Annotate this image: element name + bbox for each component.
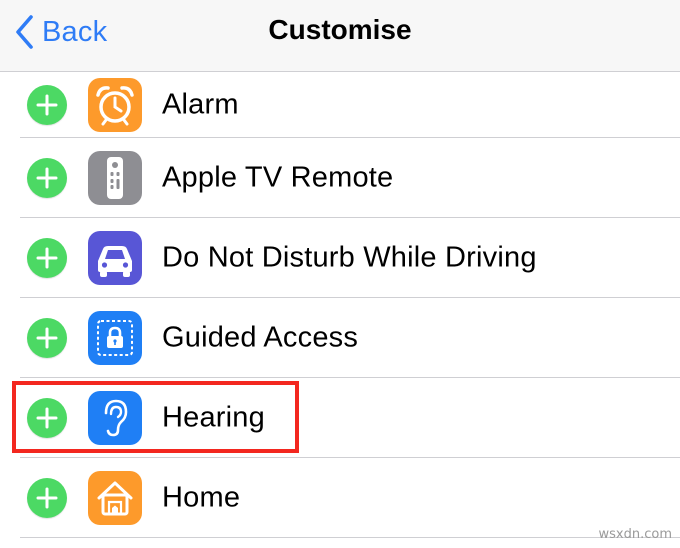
plus-icon	[36, 487, 58, 509]
page-title: Customise	[268, 14, 412, 45]
list-item-label: Hearing	[162, 401, 265, 434]
ear-icon	[88, 391, 142, 445]
add-button-do-not-disturb-while-driving[interactable]	[27, 238, 67, 278]
list-item-label: Guided Access	[162, 321, 359, 354]
list-item-hearing: Hearing	[0, 378, 680, 458]
watermark: wsxdn.com	[598, 527, 673, 542]
navigation-bar: Back Customise	[0, 0, 680, 72]
home-icon	[88, 471, 142, 525]
plus-icon	[36, 94, 58, 116]
add-button-apple-tv-remote[interactable]	[27, 158, 67, 198]
plus-icon	[36, 327, 58, 349]
tv-remote-icon	[88, 151, 142, 205]
more-controls-list: Alarm Apple TV Remote Do Not Disturb Whi…	[0, 72, 680, 538]
car-icon	[88, 231, 142, 285]
plus-icon	[36, 247, 58, 269]
list-item-label: Apple TV Remote	[162, 161, 394, 194]
list-item-label: Alarm	[162, 88, 239, 121]
list-item-home: Home	[0, 458, 680, 538]
list-item-label: Do Not Disturb While Driving	[162, 241, 537, 274]
list-item-alarm: Alarm	[0, 72, 680, 138]
plus-icon	[36, 407, 58, 429]
add-button-hearing[interactable]	[27, 398, 67, 438]
list-item-label: Home	[162, 481, 241, 514]
guided-access-lock-icon	[88, 311, 142, 365]
list-item-do-not-disturb-while-driving: Do Not Disturb While Driving	[0, 218, 680, 298]
list-item-apple-tv-remote: Apple TV Remote	[0, 138, 680, 218]
add-button-alarm[interactable]	[27, 85, 67, 125]
alarm-clock-icon	[88, 78, 142, 132]
add-button-guided-access[interactable]	[27, 318, 67, 358]
plus-icon	[36, 167, 58, 189]
list-item-guided-access: Guided Access	[0, 298, 680, 378]
add-button-home[interactable]	[27, 478, 67, 518]
